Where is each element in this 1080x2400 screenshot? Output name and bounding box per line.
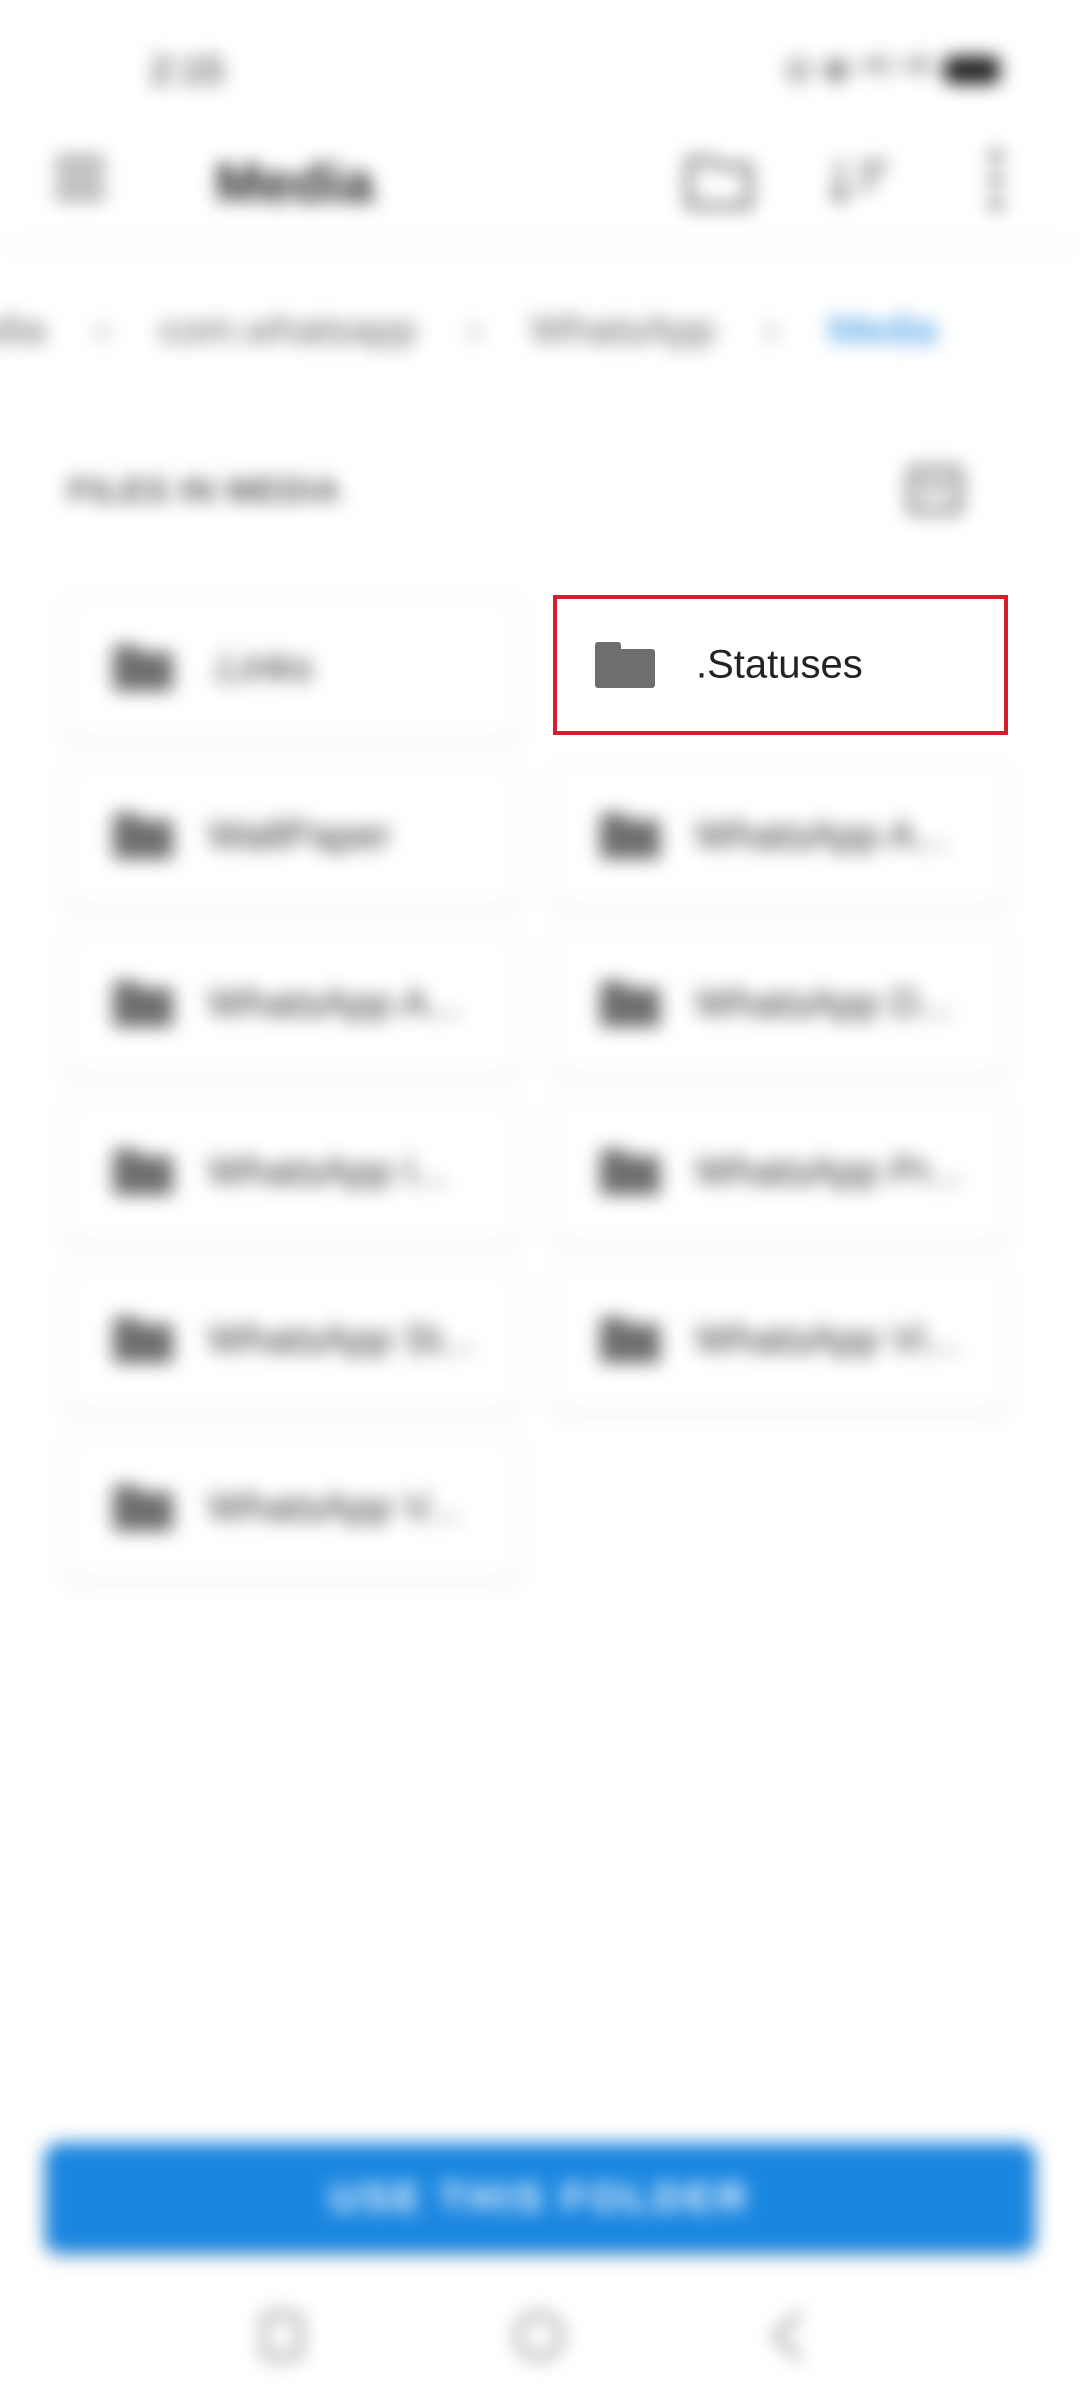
folder-icon [113, 644, 173, 691]
folder-item[interactable]: WhatsApp Vi... [555, 1267, 1005, 1412]
folder-icon [600, 812, 660, 859]
breadcrumb-item[interactable]: edia [0, 308, 46, 353]
app-bar: Media [0, 120, 1080, 247]
folder-item[interactable]: .Links [68, 595, 518, 740]
folder-icon [113, 1148, 173, 1195]
section-title: FILES IN MEDIA [68, 472, 341, 510]
page-title: Media [215, 151, 374, 214]
folder-label: WhatsApp I... [208, 1149, 449, 1193]
folder-label: .Links [208, 645, 313, 689]
nav-home-icon[interactable] [515, 2312, 563, 2360]
folder-item[interactable]: WhatsApp D... [555, 931, 1005, 1076]
view-toggle-icon[interactable] [908, 466, 962, 514]
folder-icon [595, 642, 655, 688]
breadcrumb: edia › com.whatsapp › WhatsApp › Media [0, 290, 937, 370]
folder-item[interactable]: WhatsApp V... [68, 1435, 518, 1580]
folder-icon [113, 812, 173, 859]
breadcrumb-item[interactable]: WhatsApp [530, 308, 715, 353]
folder-item[interactable]: WhatsApp A... [68, 931, 518, 1076]
chevron-right-icon: › [95, 307, 109, 352]
folder-item[interactable]: WallPaper [68, 763, 518, 908]
sort-icon[interactable] [830, 156, 890, 204]
nav-recents-icon[interactable] [262, 2312, 302, 2360]
screen: 2:15 ⊙ ⊕ ⁵ᴳ ⁴ᴳ Media edia › com [0, 0, 1080, 2400]
folder-label: WhatsApp St... [208, 1317, 475, 1361]
more-options-icon[interactable] [990, 150, 1004, 214]
folder-label: .Statuses [696, 642, 863, 687]
folder-label: WhatsApp A... [695, 813, 949, 857]
breadcrumb-item[interactable]: com.whatsapp [159, 308, 417, 353]
folder-item[interactable]: WhatsApp St... [68, 1267, 518, 1412]
folder-item[interactable]: WhatsApp I... [68, 1099, 518, 1244]
folder-item[interactable]: WhatsApp Pr... [555, 1099, 1005, 1244]
folder-item[interactable]: WhatsApp A... [555, 763, 1005, 908]
battery-icon [944, 56, 1000, 84]
folder-item-statuses[interactable]: .Statuses [553, 595, 1008, 735]
status-bar: 2:15 ⊙ ⊕ ⁵ᴳ ⁴ᴳ [0, 0, 1080, 140]
folder-icon [113, 980, 173, 1027]
folder-icon [600, 980, 660, 1027]
chevron-right-icon: › [466, 307, 481, 352]
status-time: 2:15 [150, 50, 224, 92]
folder-label: WhatsApp Pr... [695, 1149, 962, 1193]
status-icons: ⊙ ⊕ ⁵ᴳ ⁴ᴳ [784, 50, 1000, 90]
folder-label: WhatsApp V... [208, 1485, 460, 1529]
nav-back-icon[interactable] [772, 2310, 824, 2362]
folder-label: WallPaper [208, 813, 392, 857]
folder-icon [600, 1316, 660, 1363]
status-indicators: ⊙ ⊕ ⁵ᴳ ⁴ᴳ [784, 51, 932, 89]
folder-icon [600, 1148, 660, 1195]
folder-label: WhatsApp Vi... [695, 1317, 959, 1361]
folder-label: WhatsApp A... [208, 981, 462, 1025]
folder-label: WhatsApp D... [695, 981, 953, 1025]
breadcrumb-item-current[interactable]: Media [828, 308, 937, 353]
folder-icon [113, 1316, 173, 1363]
chevron-right-icon: › [764, 307, 779, 352]
new-folder-icon[interactable] [685, 150, 755, 210]
blurred-background: 2:15 ⊙ ⊕ ⁵ᴳ ⁴ᴳ Media edia › com [0, 0, 1080, 2400]
menu-icon[interactable] [55, 158, 105, 198]
folder-icon [113, 1484, 173, 1531]
use-this-folder-button[interactable]: USE THIS FOLDER [45, 2143, 1035, 2253]
